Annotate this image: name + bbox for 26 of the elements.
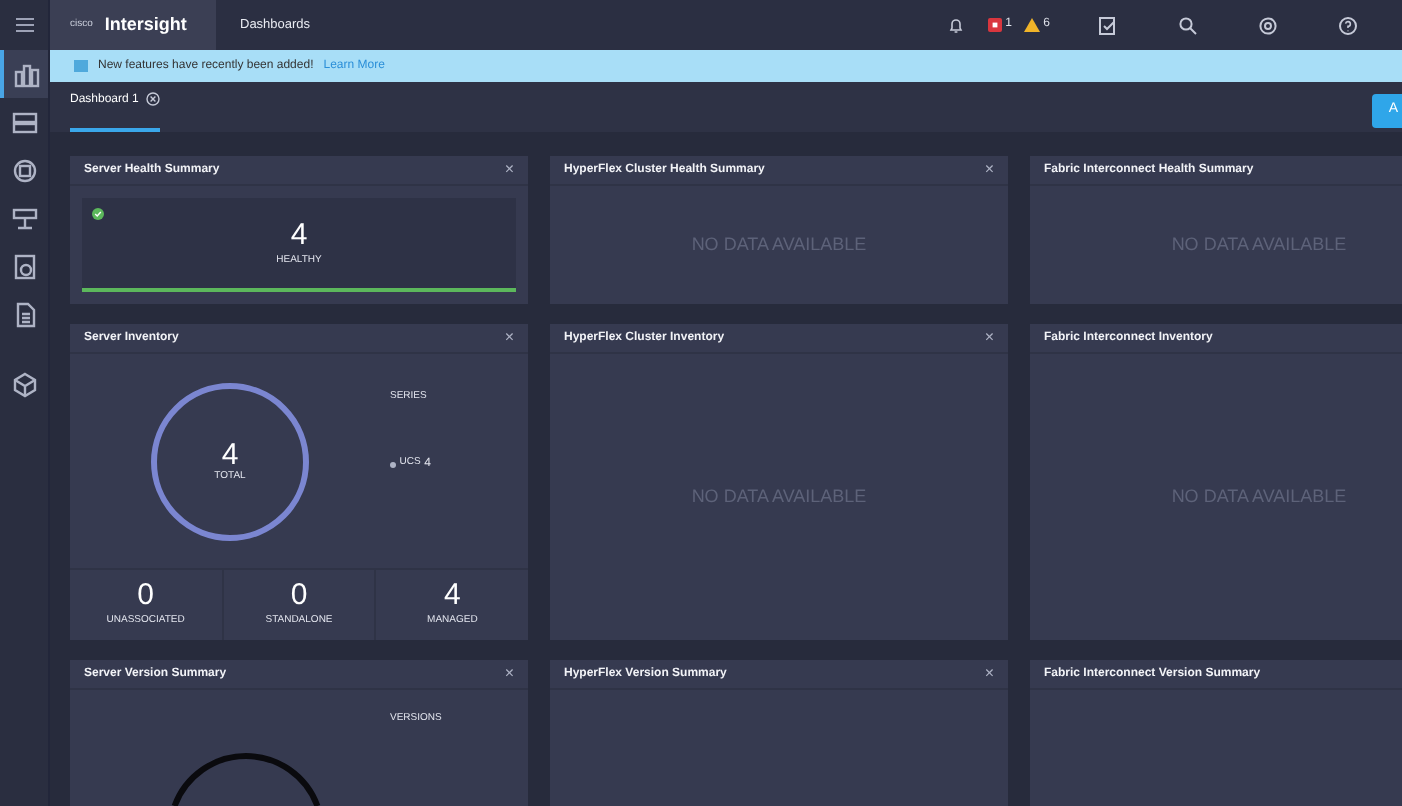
sidebar-item[interactable]: [0, 50, 48, 98]
close-button[interactable]: ×: [504, 162, 514, 178]
dashboard-icon: [13, 61, 39, 87]
stat-value: 0: [290, 580, 308, 611]
server-icon: [11, 109, 37, 135]
legend-dot-icon: [390, 461, 396, 467]
document-icon: [11, 301, 37, 327]
close-button[interactable]: ×: [504, 330, 514, 346]
network-icon: [11, 205, 37, 231]
total-count: 4: [221, 438, 239, 469]
info-icon: [74, 60, 88, 72]
warning-icon: [1023, 18, 1040, 32]
critical-alert-icon: [987, 18, 1002, 32]
close-button[interactable]: ×: [984, 666, 994, 682]
health-count: 4: [290, 220, 308, 250]
profile-icon: [11, 253, 37, 279]
stat-value: 4: [444, 580, 461, 611]
close-icon[interactable]: [146, 91, 161, 106]
close-button[interactable]: ×: [984, 330, 994, 346]
close-button[interactable]: ×: [984, 162, 994, 178]
menu-icon[interactable]: [15, 18, 33, 32]
cluster-icon: [11, 157, 37, 183]
check-icon: [92, 208, 104, 220]
close-button[interactable]: ×: [504, 666, 514, 682]
cube-icon: [11, 371, 37, 397]
stat-value: 0: [137, 580, 154, 611]
